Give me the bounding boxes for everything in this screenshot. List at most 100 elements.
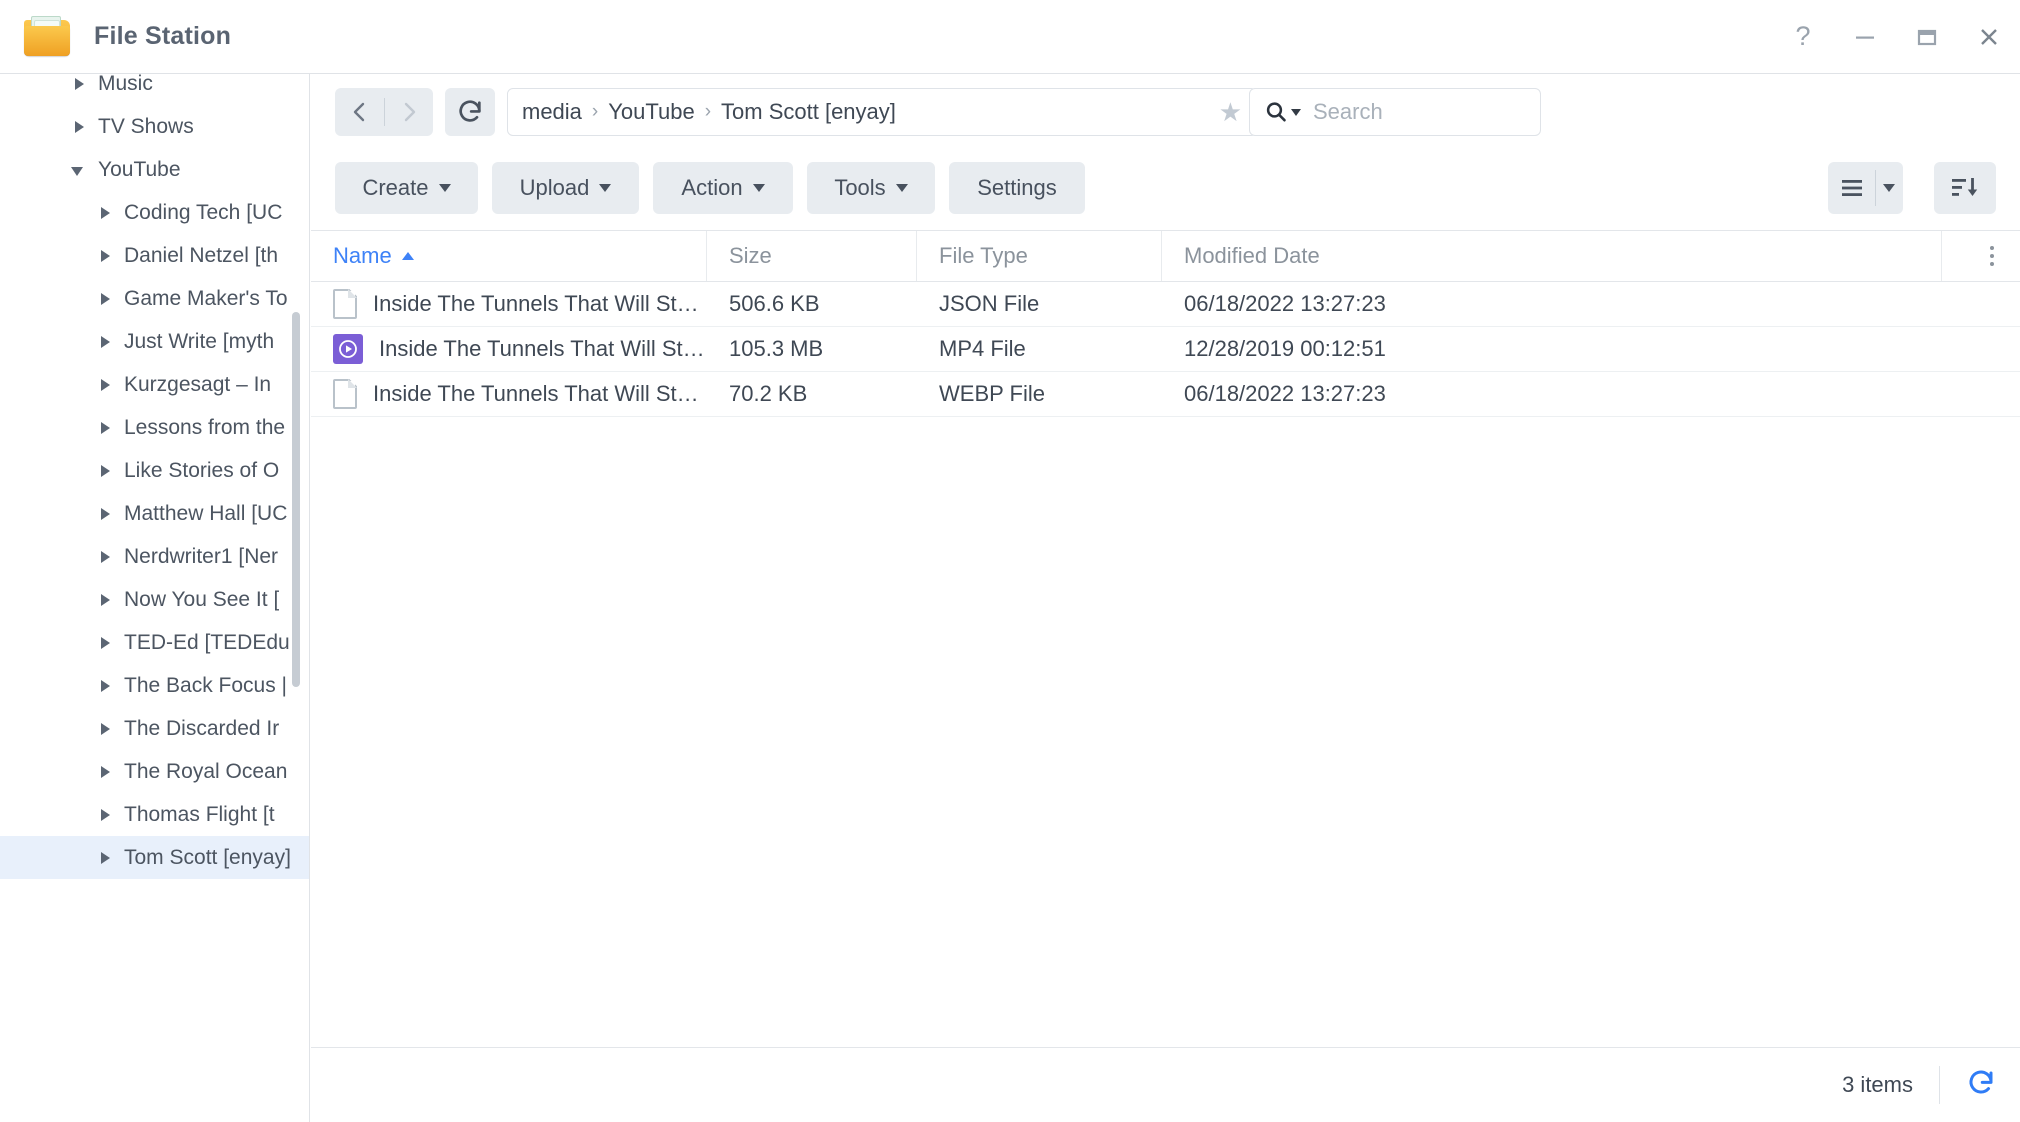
create-button[interactable]: Create — [335, 162, 478, 214]
action-toolbar: Create Upload Action Tools Settings — [311, 150, 2020, 226]
status-refresh-button[interactable] — [1966, 1068, 1996, 1103]
table-row[interactable]: Inside The Tunnels That Will St… 70.2 KB… — [311, 372, 2020, 417]
more-vertical-icon — [1990, 246, 1994, 266]
breadcrumb-separator: › — [592, 101, 598, 123]
action-button[interactable]: Action — [653, 162, 793, 214]
breadcrumb-bar[interactable]: media › YouTube › Tom Scott [enyay] ★ — [507, 88, 1257, 136]
sidebar-item-label: The Royal Ocean — [124, 760, 287, 784]
folder-tree-sidebar[interactable]: Music TV Shows YouTube Coding Tech [UC D… — [0, 74, 310, 1122]
column-header-modified-date[interactable]: Modified Date — [1162, 231, 1942, 281]
column-header-size[interactable]: Size — [707, 231, 917, 281]
maximize-button[interactable] — [1896, 0, 1958, 74]
forward-button[interactable] — [384, 88, 433, 136]
sidebar-item-just-write[interactable]: Just Write [myth — [0, 320, 310, 363]
close-button[interactable] — [1958, 0, 2020, 74]
search-box[interactable]: Search — [1249, 88, 1541, 136]
sidebar-item-thomas-flight[interactable]: Thomas Flight [t — [0, 793, 310, 836]
chevron-right-icon[interactable] — [96, 720, 114, 738]
chevron-right-icon[interactable] — [96, 333, 114, 351]
chevron-right-icon[interactable] — [96, 290, 114, 308]
column-header-size-label: Size — [729, 243, 772, 269]
chevron-right-icon[interactable] — [96, 548, 114, 566]
sidebar-item-music[interactable]: Music — [0, 74, 310, 105]
list-view-icon[interactable] — [1828, 177, 1875, 199]
chevron-down-icon[interactable] — [1291, 109, 1301, 116]
sidebar-item-tom-scott[interactable]: Tom Scott [enyay] — [0, 836, 310, 879]
search-input[interactable]: Search — [1313, 99, 1383, 125]
column-header-name-label: Name — [333, 243, 392, 269]
sidebar-item-matthew-hall[interactable]: Matthew Hall [UC — [0, 492, 310, 535]
column-header-name[interactable]: Name — [311, 231, 707, 281]
breadcrumb: media › YouTube › Tom Scott [enyay] — [522, 99, 896, 125]
chevron-down-icon — [599, 184, 611, 192]
back-button[interactable] — [335, 88, 384, 136]
sidebar-scrollbar-thumb[interactable] — [292, 312, 300, 687]
sidebar-item-now-you-see-it[interactable]: Now You See It [ — [0, 578, 310, 621]
sidebar-item-the-back-focus[interactable]: The Back Focus | — [0, 664, 310, 707]
sidebar-item-label: Like Stories of O — [124, 459, 279, 483]
status-bar: 3 items — [311, 1047, 2020, 1122]
chevron-right-icon[interactable] — [96, 204, 114, 222]
title-bar: File Station ? — [0, 0, 2020, 74]
table-row[interactable]: Inside The Tunnels That Will St… 105.3 M… — [311, 327, 2020, 372]
sidebar-item-coding-tech[interactable]: Coding Tech [UC — [0, 191, 310, 234]
sidebar-item-game-makers-toolkit[interactable]: Game Maker's To — [0, 277, 310, 320]
sort-order-button[interactable] — [1934, 162, 1996, 214]
folder-tree: Music TV Shows YouTube Coding Tech [UC D… — [0, 74, 310, 879]
chevron-down-icon[interactable] — [1875, 184, 1903, 192]
file-name-cell: Inside The Tunnels That Will St… — [311, 289, 707, 319]
upload-label: Upload — [520, 175, 590, 201]
refresh-button[interactable] — [445, 88, 495, 136]
tools-label: Tools — [834, 175, 885, 201]
sidebar-scrollbar[interactable] — [295, 74, 305, 1122]
sidebar-item-the-royal-ocean-film-society[interactable]: The Royal Ocean — [0, 750, 310, 793]
chevron-down-icon — [753, 184, 765, 192]
chevron-right-icon[interactable] — [70, 118, 88, 136]
video-file-icon — [333, 334, 363, 364]
minimize-button[interactable] — [1834, 0, 1896, 74]
file-name-cell: Inside The Tunnels That Will St… — [311, 334, 707, 364]
chevron-right-icon[interactable] — [96, 419, 114, 437]
upload-button[interactable]: Upload — [492, 162, 639, 214]
breadcrumb-item-tom-scott[interactable]: Tom Scott [enyay] — [721, 99, 896, 125]
sidebar-item-label: The Back Focus | — [124, 674, 287, 698]
chevron-right-icon[interactable] — [96, 634, 114, 652]
chevron-down-icon — [896, 184, 908, 192]
chevron-right-icon[interactable] — [96, 247, 114, 265]
chevron-right-icon[interactable] — [96, 763, 114, 781]
nav-history-group — [335, 88, 433, 136]
tools-button[interactable]: Tools — [807, 162, 935, 214]
chevron-right-icon[interactable] — [70, 75, 88, 93]
sidebar-item-like-stories-of-old[interactable]: Like Stories of O — [0, 449, 310, 492]
chevron-right-icon[interactable] — [96, 677, 114, 695]
chevron-down-icon[interactable] — [70, 161, 88, 179]
chevron-right-icon[interactable] — [96, 591, 114, 609]
file-size: 506.6 KB — [707, 291, 917, 317]
settings-button[interactable]: Settings — [949, 162, 1085, 214]
sidebar-item-nerdwriter1[interactable]: Nerdwriter1 [Ner — [0, 535, 310, 578]
file-size: 105.3 MB — [707, 336, 917, 362]
chevron-right-icon[interactable] — [96, 806, 114, 824]
column-header-file-type[interactable]: File Type — [917, 231, 1162, 281]
column-options-button[interactable] — [1942, 231, 2020, 281]
sidebar-item-label: Music — [98, 74, 153, 96]
sidebar-item-lessons-from-the-screenplay[interactable]: Lessons from the — [0, 406, 310, 449]
star-icon[interactable]: ★ — [1219, 99, 1242, 125]
breadcrumb-item-media[interactable]: media — [522, 99, 582, 125]
help-button[interactable]: ? — [1772, 0, 1834, 74]
sidebar-item-the-discarded-image[interactable]: The Discarded Ir — [0, 707, 310, 750]
sidebar-item-daniel-netzel[interactable]: Daniel Netzel [th — [0, 234, 310, 277]
chevron-right-icon[interactable] — [96, 849, 114, 867]
breadcrumb-item-youtube[interactable]: YouTube — [608, 99, 694, 125]
sidebar-item-ted-ed[interactable]: TED-Ed [TEDEdu — [0, 621, 310, 664]
breadcrumb-separator: › — [705, 101, 711, 123]
file-name: Inside The Tunnels That Will St… — [379, 336, 705, 362]
chevron-right-icon[interactable] — [96, 505, 114, 523]
sidebar-item-youtube[interactable]: YouTube — [0, 148, 310, 191]
chevron-right-icon[interactable] — [96, 376, 114, 394]
sidebar-item-kurzgesagt[interactable]: Kurzgesagt – In — [0, 363, 310, 406]
sidebar-item-label: Lessons from the — [124, 416, 285, 440]
sidebar-item-tv-shows[interactable]: TV Shows — [0, 105, 310, 148]
chevron-right-icon[interactable] — [96, 462, 114, 480]
table-row[interactable]: Inside The Tunnels That Will St… 506.6 K… — [311, 282, 2020, 327]
